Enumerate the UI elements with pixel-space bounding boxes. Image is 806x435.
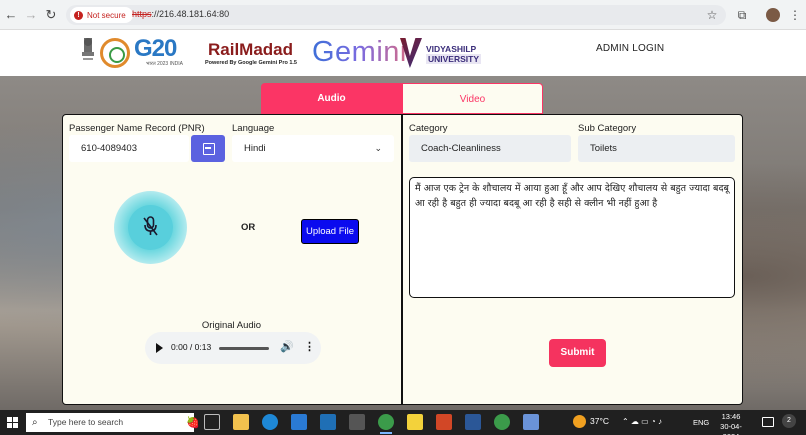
taskbar-clock[interactable]: 13:46 30-04-2024 (716, 412, 746, 435)
weather-temperature[interactable]: 37°C (590, 416, 609, 426)
pnr-input[interactable]: 610-4089403 (69, 135, 189, 162)
player-seek-bar[interactable] (219, 347, 269, 350)
back-arrow-icon[interactable]: ← (2, 6, 20, 24)
category-field[interactable]: Coach-Cleanliness (409, 135, 571, 162)
university-name-line1: VIDYASHILP (426, 44, 477, 54)
submit-button[interactable]: Submit (549, 339, 606, 367)
file-explorer-icon[interactable] (233, 414, 249, 430)
play-icon[interactable] (156, 343, 163, 353)
taskbar-search-box[interactable]: ⌕ Type here to search 🍓 (26, 413, 200, 432)
word-icon[interactable] (465, 414, 481, 430)
url-text[interactable]: https://216.48.181.64:80 (132, 9, 229, 19)
warning-icon: ! (74, 10, 83, 20)
language-select[interactable]: Hindi ⌄ (232, 135, 394, 162)
category-label: Category (409, 123, 448, 134)
forward-arrow-icon[interactable]: → (22, 6, 40, 24)
notification-count-badge[interactable]: 2 (782, 414, 796, 428)
or-divider: OR (241, 222, 256, 233)
mic-off-icon (143, 216, 158, 236)
record-button-core (128, 205, 173, 250)
powerpoint-icon[interactable] (436, 414, 452, 430)
url-host: ://216.48.181.64:80 (151, 9, 230, 19)
university-name: VIDYASHILP UNIVERSITY (426, 44, 482, 64)
browser-toolbar: ← → ↻ ! Not secure https://216.48.181.64… (0, 0, 806, 30)
search-icon: ⌕ (32, 417, 38, 428)
search-placeholder: Type here to search (48, 417, 124, 427)
tab-audio[interactable]: Audio (261, 83, 402, 114)
security-label: Not secure (87, 10, 126, 20)
pnr-label: Passenger Name Record (PNR) (69, 123, 205, 134)
transcript-textarea[interactable]: मैं आज एक ट्रेन के शौचालय में आया हुआ हू… (409, 177, 735, 298)
national-emblem-icon (82, 38, 94, 60)
upload-file-button[interactable]: Upload File (301, 219, 359, 244)
player-time: 0:00 / 0:13 (171, 342, 212, 352)
mail-icon[interactable] (291, 414, 307, 430)
university-name-line2: UNIVERSITY (426, 54, 482, 64)
address-bar[interactable]: ! Not secure https://216.48.181.64:80 ☆ (66, 5, 726, 25)
swachh-bharat-logo (100, 38, 130, 68)
railmadad-title: RailMadad (208, 40, 294, 59)
extensions-icon[interactable]: ⧉ (734, 7, 750, 23)
player-more-icon[interactable]: ⋮ (304, 340, 315, 353)
windows-start-icon[interactable] (7, 417, 18, 428)
document-app-icon[interactable] (523, 414, 539, 430)
language-selected-value: Hindi (244, 143, 266, 154)
g20-logo: G20 (134, 35, 177, 62)
volume-icon[interactable]: 🔊 (280, 340, 294, 353)
sticky-notes-icon[interactable] (407, 414, 423, 430)
classification-panel: Category Coach-Cleanliness Sub Category … (402, 114, 743, 405)
scan-pnr-button[interactable] (191, 135, 225, 162)
security-chip[interactable]: ! Not secure (70, 7, 133, 23)
url-protocol: https (132, 9, 152, 19)
notification-center-icon[interactable] (762, 417, 774, 427)
system-tray-icons[interactable]: ⌃ ☁ ▭ ◔ ♪ (622, 417, 662, 426)
language-label: Language (232, 123, 275, 134)
bookmark-star-icon[interactable]: ☆ (704, 7, 720, 23)
record-button[interactable] (114, 191, 187, 264)
chrome-profile-icon[interactable] (494, 414, 510, 430)
app-icon-monitor[interactable] (320, 414, 336, 430)
subcategory-label: Sub Category (578, 123, 637, 134)
g20-logo-mark: भारत 2023 INDIA (146, 61, 183, 67)
tab-video[interactable]: Video (402, 83, 543, 114)
chevron-down-icon: ⌄ (374, 143, 382, 153)
task-view-icon[interactable] (204, 414, 220, 430)
admin-login-link[interactable]: ADMIN LOGIN (596, 43, 664, 54)
clock-date: 30-04-2024 (720, 422, 742, 435)
strawberry-icon: 🍓 (186, 417, 200, 429)
chrome-icon[interactable] (378, 414, 394, 434)
windows-taskbar: ⌕ Type here to search 🍓 37°C ⌃ ☁ ▭ ◔ ♪ E… (0, 410, 806, 435)
edge-browser-icon[interactable] (262, 414, 278, 430)
gemini-logo: Gemini (312, 36, 407, 68)
railmadad-subtitle: Powered By Google Gemini Pro 1.5 (205, 60, 297, 66)
clock-time: 13:46 (721, 412, 741, 421)
audio-player: 0:00 / 0:13 🔊 ⋮ (145, 332, 321, 364)
audio-input-panel: Passenger Name Record (PNR) 610-4089403 … (62, 114, 402, 405)
subcategory-field[interactable]: Toilets (578, 135, 735, 162)
original-audio-label: Original Audio (201, 320, 262, 331)
profile-avatar[interactable] (766, 8, 780, 22)
input-language[interactable]: ENG (693, 418, 709, 427)
site-header: G20 भारत 2023 INDIA RailMadad Powered By… (0, 30, 806, 76)
browser-menu-icon[interactable]: ⋮ (787, 7, 803, 23)
photos-icon[interactable] (349, 414, 365, 430)
weather-sun-icon (573, 415, 586, 428)
reload-icon[interactable]: ↻ (42, 6, 60, 24)
